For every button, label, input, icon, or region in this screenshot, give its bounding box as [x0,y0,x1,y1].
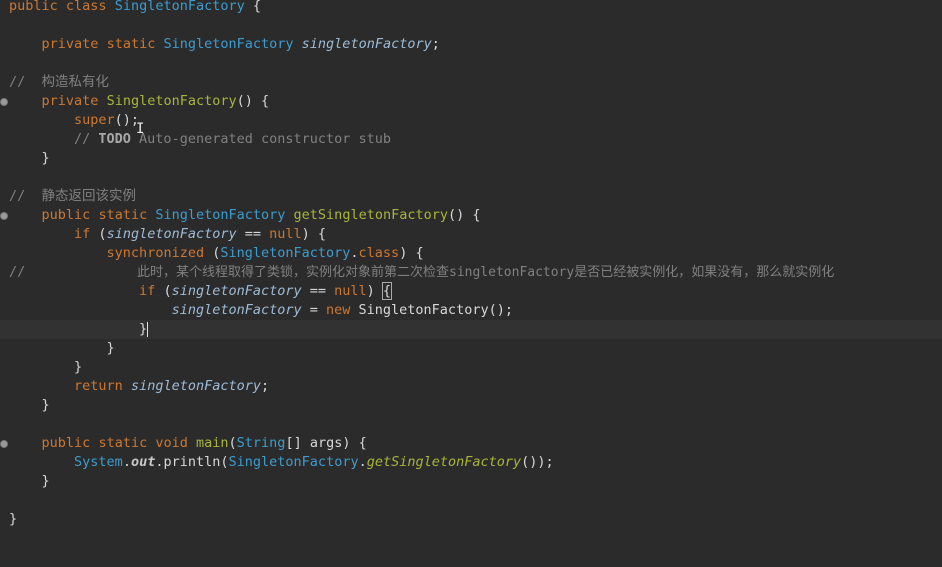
method-name: main [196,435,229,451]
method-call: println [163,454,221,470]
static-field: out [130,454,156,470]
field-name: singletonFactory [106,226,237,242]
type-name: SingletonFactory [228,454,359,470]
keyword: public [9,0,58,14]
type-name: SingletonFactory [163,36,294,52]
keyword: new [326,302,351,318]
keyword: null [334,283,367,299]
keyword: private [41,36,99,52]
code-line: public static SingletonFactory getSingle… [0,206,942,225]
method-name: getSingletonFactory [293,207,448,223]
type-name: SingletonFactory [220,245,351,261]
field-name: singletonFactory [171,302,302,318]
code-line: } [9,511,18,527]
type-name: String [236,435,286,451]
code-line: return singletonFactory; [74,378,270,394]
method-call: getSingletonFactory [366,454,522,470]
field-name: singletonFactory [301,36,432,52]
code-line: public class SingletonFactory { [9,0,262,14]
keyword: null [269,226,302,242]
code-line: private static SingletonFactory singleto… [41,36,440,52]
keyword: class [65,0,107,14]
constructor-name: SingletonFactory [106,93,237,109]
code-line: synchronized (SingletonFactory.class) { [106,245,424,261]
code-line: } [9,397,50,413]
code-line: public static void main(String[] args) { [0,434,942,453]
code-line: } [9,473,50,489]
comment: // 静态返回该实例 [9,188,137,204]
class-name: SingletonFactory [114,0,245,14]
keyword: void [155,435,188,451]
type-name: SingletonFactory [358,302,489,318]
code-line: if (singletonFactory == null) { [74,226,327,242]
comment: Auto-generated constructor stub [130,131,392,147]
keyword: if [74,226,91,242]
code-editor[interactable]: public class SingletonFactory { private … [0,0,942,530]
keyword: static [106,36,156,52]
text-cursor [147,321,149,337]
keyword: class [358,245,400,261]
type-name: SingletonFactory [155,207,286,223]
todo-tag: TODO [98,131,131,147]
keyword: super [74,112,115,128]
keyword: public [41,435,91,451]
code-line: } [9,150,50,166]
code-line: } [9,359,83,375]
comment: 此时，某个线程取得了类锁，实例化对象前第二次检查singletonFactory… [137,265,835,280]
keyword: synchronized [106,245,205,261]
code-line: singletonFactory = new SingletonFactory(… [171,302,513,318]
fold-marker-icon[interactable] [0,98,8,106]
keyword: public [41,207,91,223]
code-line: if (singletonFactory == null) { [139,282,393,300]
keyword: return [74,378,123,394]
fold-marker-icon[interactable] [0,440,8,448]
keyword: if [139,283,156,299]
keyword: private [41,93,99,109]
field-name: singletonFactory [171,283,302,299]
comment-marker: // [9,264,26,280]
param-name: args [309,435,343,451]
matched-brace: { [381,282,393,300]
code-line: } [9,340,115,356]
field-name: singletonFactory [130,378,261,394]
keyword: static [98,207,148,223]
code-line: // 此时，某个线程取得了类锁，实例化对象前第二次检查singletonFact… [0,263,942,282]
mouse-ibeam-icon: I [136,121,145,137]
type-name: System [74,454,123,470]
code-line: // 静态返回该实例 [0,187,942,206]
fold-marker-icon[interactable] [0,212,8,220]
code-line: private SingletonFactory() { [0,92,942,111]
keyword: static [98,435,148,451]
code-line: // 构造私有化 [0,73,942,92]
current-line[interactable]: } [0,320,942,339]
comment: // 构造私有化 [9,74,110,90]
code-line: System.out.println(SingletonFactory.getS… [74,454,554,470]
